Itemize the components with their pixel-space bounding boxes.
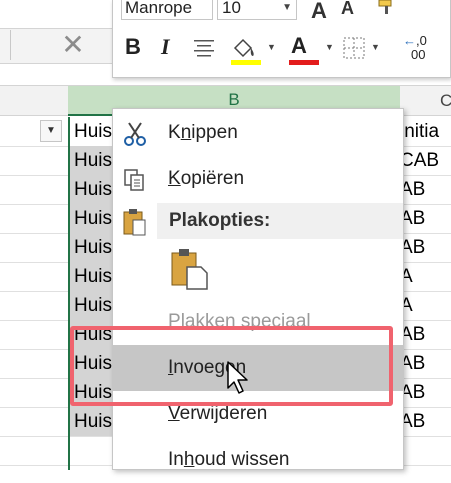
copy-label-post: opiëren [180, 168, 245, 189]
cell-b[interactable]: Huis [70, 291, 118, 320]
chevron-down-icon[interactable]: ▼ [371, 42, 380, 52]
cell-c[interactable]: AB [400, 175, 451, 204]
font-name-box[interactable]: Manrope [121, 0, 213, 20]
clear-label-pre: In [168, 449, 184, 470]
menu-item-copy[interactable]: Kopiëren [113, 156, 403, 202]
column-a [0, 117, 68, 470]
filter-dropdown-button[interactable]: ▼ [40, 120, 62, 142]
cell-c[interactable]: AB [400, 204, 451, 233]
column-header-c[interactable]: C [440, 86, 451, 116]
cut-label-post: ippen [191, 122, 238, 143]
align-center-icon[interactable] [193, 38, 215, 58]
cell-c-header[interactable]: initia [400, 117, 451, 146]
italic-button[interactable]: I [161, 34, 170, 60]
decimal-label: ,0 [416, 33, 427, 48]
clear-label-post: oud wissen [194, 449, 290, 470]
cell-b[interactable]: Huis [70, 146, 118, 175]
chevron-down-icon[interactable]: ▼ [325, 42, 334, 52]
mouse-pointer-icon [227, 361, 248, 394]
font-size-value: 10 [222, 0, 241, 17]
copy-icon [124, 169, 144, 191]
decimal-label-2: 00 [411, 47, 426, 62]
clear-label-key: h [183, 449, 195, 470]
fill-color-swatch [231, 60, 261, 65]
cell-b[interactable]: Huis [70, 233, 118, 262]
format-painter-icon[interactable] [377, 0, 399, 16]
menu-item-cut[interactable]: Knippen [113, 110, 403, 156]
cell-c[interactable]: AB [400, 320, 451, 349]
delete-label-key: V [168, 403, 180, 424]
menu-item-clear-contents[interactable]: Inhoud wissen [113, 437, 403, 483]
cell-c[interactable]: AB [400, 233, 451, 262]
cancel-formula-button[interactable]: ✕ [56, 30, 90, 60]
cell-c[interactable]: AB [400, 349, 451, 378]
chevron-down-icon[interactable]: ▼ [267, 42, 276, 52]
font-size-box[interactable]: 10 ▼ [217, 0, 297, 20]
copy-label-key: K [168, 168, 181, 189]
cell-b[interactable]: Huis [70, 407, 118, 436]
cell-c[interactable]: AB [400, 378, 451, 407]
mini-toolbar: Manrope 10 ▼ A A B I ▼ A ▼ ▼ ←,0 00 [112, 0, 451, 78]
cell-c[interactable]: CAB [400, 146, 451, 175]
cell-b[interactable]: Huis [70, 204, 118, 233]
borders-icon[interactable] [343, 37, 365, 59]
shrink-font-button[interactable]: A [341, 0, 354, 19]
font-color-button[interactable]: A [291, 33, 307, 59]
chevron-down-icon[interactable]: ▼ [282, 0, 292, 19]
delete-label-post: erwijderen [179, 403, 268, 424]
scissors-icon [124, 122, 146, 146]
cut-label-pre: K [168, 122, 181, 143]
divider [10, 30, 11, 60]
cell-c[interactable]: A [400, 291, 451, 320]
increase-decimal-button[interactable]: ←,0 00 [403, 34, 427, 62]
paste-options-heading: Plakopties: [157, 203, 403, 239]
cell-b-header[interactable]: Huis [70, 117, 118, 146]
cell-c[interactable]: A [400, 262, 451, 291]
selection-border [68, 117, 70, 470]
cell-b[interactable]: Huis [70, 175, 118, 204]
font-color-swatch [289, 60, 319, 65]
cut-label-key: n [180, 122, 192, 143]
cell-b[interactable]: Huis [70, 262, 118, 291]
paste-icon[interactable] [169, 247, 209, 291]
context-menu: Knippen Kopiëren Plakopties: Plakken spe… [112, 108, 404, 470]
bold-button[interactable]: B [125, 34, 141, 60]
grow-font-button[interactable]: A [311, 0, 327, 24]
clipboard-icon [123, 209, 146, 236]
cell-c[interactable]: AB [400, 407, 451, 436]
